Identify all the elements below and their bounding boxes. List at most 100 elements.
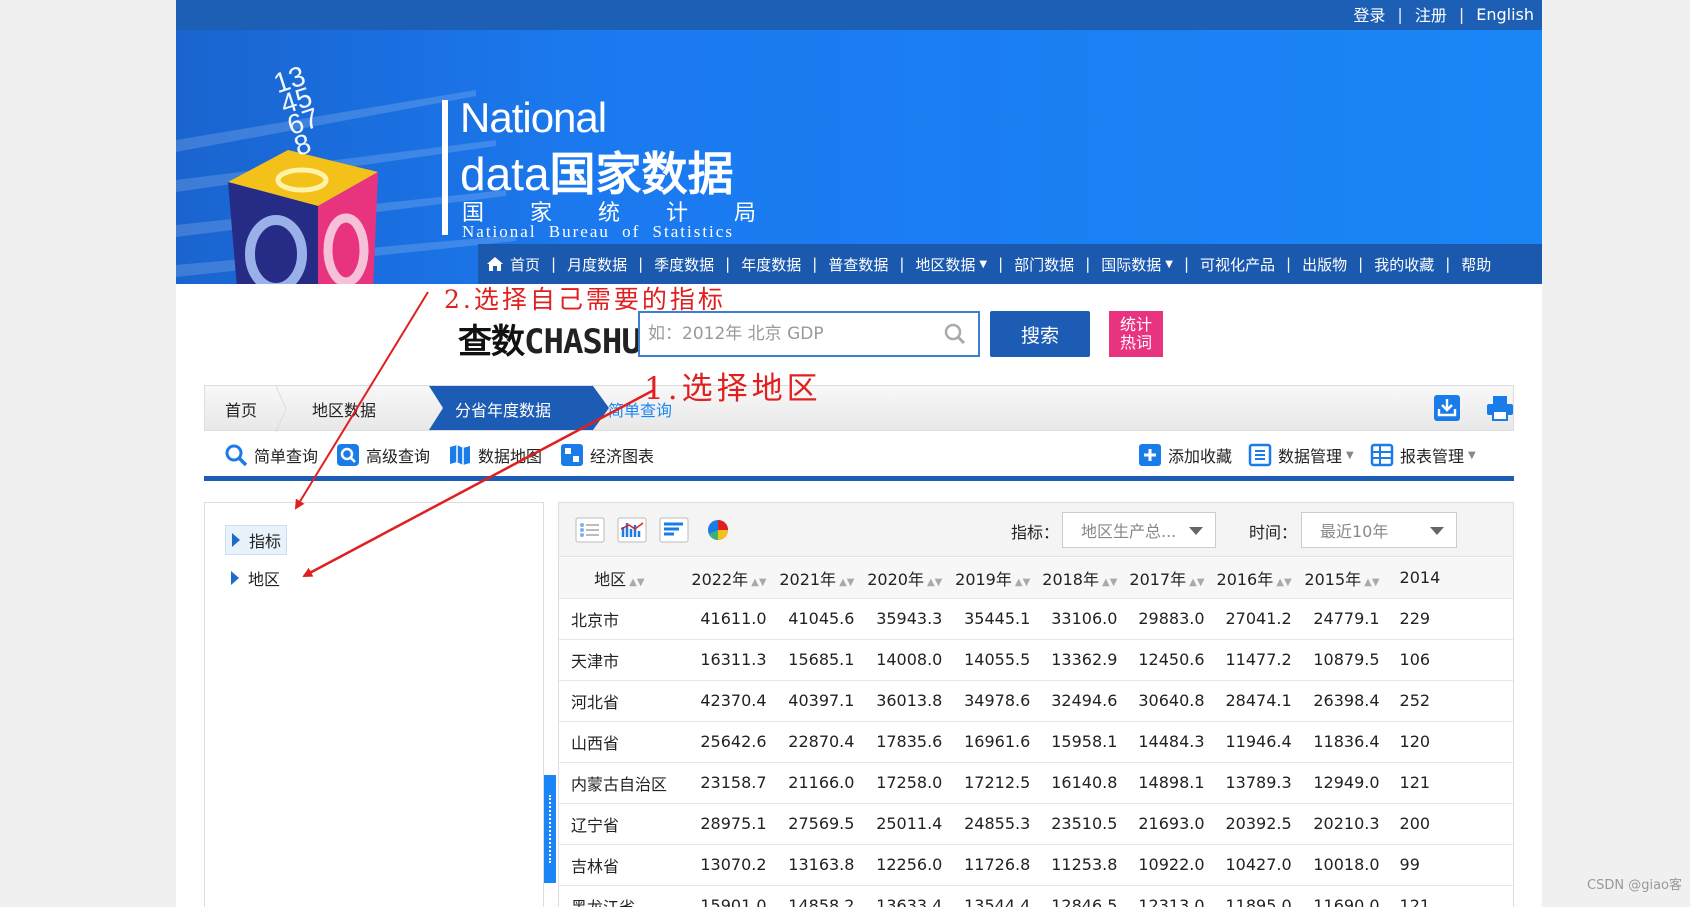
value-cell: 35445.1 [954,598,1043,640]
expand-arrow-icon [232,533,240,547]
value-cell: 23158.7 [679,762,779,804]
add-favorite-button[interactable]: 添加收藏 [1138,441,1232,469]
nav-label: 普查数据 [828,255,889,274]
value-cell: 30640.8 [1129,680,1217,722]
list-icon [1248,443,1272,467]
report-manage-dropdown[interactable]: 报表管理 ▼ [1370,441,1476,469]
tree-item-region[interactable]: 地区 [225,563,280,593]
value-cell: 24779.1 [1303,598,1392,640]
data-map-button[interactable]: 数据地图 [448,441,542,469]
indicator-select[interactable]: 地区生产总... [1062,512,1216,548]
account-links: 登录 | 注册 | English [1353,0,1534,28]
breadcrumb-divider [275,386,287,432]
econ-chart-button[interactable]: 经济图表 [560,441,654,469]
tree-item-indicator[interactable]: 指标 [225,525,287,555]
export-icon[interactable] [1433,394,1461,422]
sort-icon: ▲▼ [926,576,943,588]
table-view-icon[interactable] [575,517,605,543]
pie-chart-icon[interactable] [703,517,733,543]
value-cell: 14898.1 [1129,762,1217,804]
value-cell: 27569.5 [778,803,867,845]
value-cell: 25642.6 [679,721,779,763]
nav-item-publications[interactable]: 出版物 [1302,254,1347,275]
logo-cube [228,150,378,284]
nav-item-international[interactable]: 国际数据 ▼ [1101,254,1173,275]
nav-item-favorites[interactable]: 我的收藏 [1374,254,1434,275]
column-header-region[interactable]: 地区 ▲▼ [559,558,680,599]
column-header-year[interactable]: 2022年 ▲▼ [679,558,779,599]
sort-icon: ▲▼ [1364,576,1380,588]
column-header-year[interactable]: 2016年 ▲▼ [1216,558,1304,599]
value-cell: 26398.4 [1303,680,1392,722]
simple-query-button[interactable]: 简单查询 [224,441,318,469]
indicator-label: 指标： [1011,523,1060,542]
region-cell: 黑龙江省 [559,885,680,907]
nav-item-home[interactable]: 首页 [486,254,540,275]
column-header-year[interactable]: 2020年 ▲▼ [866,558,955,599]
map-icon [450,445,470,465]
value-cell: 11726.8 [954,844,1043,886]
header-label: 地区 [594,569,627,589]
column-header-year[interactable]: 2018年 ▲▼ [1042,558,1130,599]
value-cell: 25011.4 [866,803,955,845]
value-cell: 12949.0 [1303,762,1392,804]
value-cell: 11477.2 [1216,639,1304,681]
breadcrumb-home[interactable]: 首页 [225,386,257,432]
nav-item-quarterly[interactable]: 季度数据 [654,254,714,275]
search-icon [225,444,248,467]
panel-splitter[interactable] [544,775,556,883]
column-header-year[interactable]: 2021年 ▲▼ [778,558,867,599]
value-cell: 11836.4 [1303,721,1392,763]
nav-item-department[interactable]: 部门数据 [1014,254,1074,275]
login-link[interactable]: 登录 [1353,2,1385,26]
breadcrumb-current[interactable]: 分省年度数据 [455,386,551,432]
time-select[interactable]: 最近10年 [1301,512,1457,548]
sort-icon: ▲▼ [629,576,645,588]
value-cell: 42370.4 [679,680,779,722]
column-header-year[interactable]: 2017年 ▲▼ [1129,558,1217,599]
hot-words-button[interactable]: 统计热词 [1109,311,1163,357]
main-nav: 首页 | 月度数据 | 季度数据 | 年度数据 | 普查数据 | 地区数据 ▼ |… [478,244,1542,284]
nav-item-monthly[interactable]: 月度数据 [567,254,627,275]
toolbar-label: 报表管理 [1400,447,1465,466]
nav-item-census[interactable]: 普查数据 [828,254,888,275]
chart-icon [561,444,583,466]
bar-chart-icon[interactable] [617,517,647,543]
sort-icon: ▲▼ [1014,576,1031,588]
data-panel: 指标： 地区生产总... 时间： 最近10年 地区 ▲▼ 2022年 ▲▼ 2021… [558,502,1514,907]
value-cell: 10018.0 [1303,844,1392,886]
column-header-year[interactable]: 2019年 ▲▼ [954,558,1043,599]
query-toolbar: 简单查询 高级查询 数据地图 经济图表 添加收藏 数据管理 ▼ 报表管理 ▼ [204,431,1514,481]
hbar-chart-icon[interactable] [659,517,689,543]
nav-label: 月度数据 [567,255,628,274]
column-header-year[interactable]: 2014 [1391,558,1513,599]
separator: | [1286,255,1292,273]
nav-item-annual[interactable]: 年度数据 [741,254,801,275]
value-cell: 21166.0 [778,762,867,804]
sort-icon: ▲▼ [1276,576,1292,588]
advanced-query-button[interactable]: 高级查询 [336,441,430,469]
english-link[interactable]: English [1476,5,1534,24]
value-cell: 17258.0 [866,762,955,804]
nav-item-visual[interactable]: 可视化产品 [1200,254,1275,275]
column-header-year[interactable]: 2015年 ▲▼ [1303,558,1392,599]
breadcrumb-region[interactable]: 地区数据 [312,386,376,432]
nav-label: 季度数据 [654,255,715,274]
nav-item-regional[interactable]: 地区数据 ▼ [915,254,987,275]
value-cell: 23510.5 [1042,803,1130,845]
search-button[interactable]: 搜索 [990,311,1090,357]
print-icon[interactable] [1485,394,1515,422]
search-input[interactable] [640,313,930,355]
breadcrumb: 首页 地区数据 分省年度数据 简单查询 [204,385,1515,432]
nav-item-help[interactable]: 帮助 [1461,254,1491,275]
chevron-down-icon: ▼ [1346,449,1354,461]
value-cell: 106 [1391,639,1513,681]
register-link[interactable]: 注册 [1415,2,1447,26]
separator: | [1183,255,1190,273]
value-cell: 16140.8 [1042,762,1130,804]
data-manage-dropdown[interactable]: 数据管理 ▼ [1248,441,1354,469]
value-cell: 33106.0 [1042,598,1130,640]
separator: | [638,255,644,273]
search-icon[interactable] [944,323,966,345]
time-value: 最近10年 [1320,522,1389,541]
